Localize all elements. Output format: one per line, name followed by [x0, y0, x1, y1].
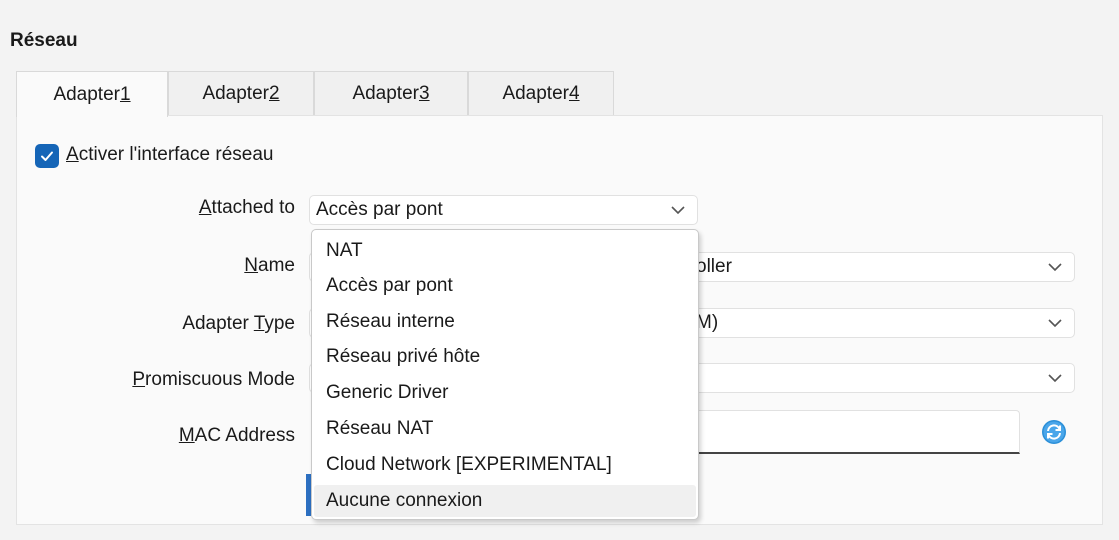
- tab-accel: 1: [119, 83, 131, 105]
- chevron-down-icon: [1048, 263, 1062, 272]
- mac-address-label: MAC Address: [179, 425, 295, 447]
- accel-key: M: [178, 425, 195, 446]
- accel-key: T: [253, 313, 265, 334]
- attached-to-combo[interactable]: Accès par pont: [309, 195, 698, 225]
- enable-adapter-checkbox[interactable]: [35, 144, 59, 168]
- tab-adapter-4[interactable]: Adapter 4: [468, 71, 614, 115]
- label-text: AC Address: [194, 425, 295, 446]
- chevron-down-icon: [671, 206, 685, 215]
- dropdown-option-highlighted[interactable]: Aucune connexion: [314, 485, 696, 517]
- label-text: ctiver l'interface réseau: [78, 144, 274, 165]
- tab-adapter-1[interactable]: Adapter 1: [16, 71, 168, 117]
- accel-key: P: [132, 369, 146, 390]
- label-text: ame: [258, 255, 295, 276]
- label-text: ttached to: [211, 197, 295, 218]
- name-label: Name: [244, 255, 295, 277]
- tab-label: Adapter: [202, 82, 269, 104]
- combo-value: Accès par pont: [316, 199, 443, 220]
- promiscuous-mode-label: Promiscuous Mode: [132, 369, 295, 391]
- dropdown-option[interactable]: Generic Driver: [314, 377, 696, 409]
- enable-adapter-label[interactable]: Activer l'interface réseau: [66, 144, 273, 166]
- adapter-type-label: Adapter Type: [182, 313, 295, 335]
- tab-accel: 2: [268, 82, 280, 104]
- attached-to-label: Attached to: [199, 197, 295, 219]
- dropdown-option[interactable]: NAT: [314, 235, 696, 267]
- dropdown-option[interactable]: Réseau NAT: [314, 413, 696, 445]
- label-text: Adapter: [182, 313, 254, 334]
- tab-accel: 4: [568, 82, 580, 104]
- tab-label: Adapter: [502, 82, 569, 104]
- label-text: romiscuous Mode: [145, 369, 295, 390]
- accel-key: A: [198, 197, 212, 218]
- attached-to-dropdown-list: NAT Accès par pont Réseau interne Réseau…: [311, 229, 699, 520]
- combo-value: oller: [696, 256, 732, 277]
- dropdown-option[interactable]: Cloud Network [EXPERIMENTAL]: [314, 449, 696, 481]
- section-title: Réseau: [10, 30, 78, 51]
- combo-value: M): [696, 312, 719, 333]
- chevron-down-icon: [1048, 374, 1062, 383]
- chevron-down-icon: [1048, 319, 1062, 328]
- tab-adapter-2[interactable]: Adapter 2: [168, 71, 314, 115]
- dropdown-option[interactable]: Réseau privé hôte: [314, 341, 696, 373]
- accel-key: N: [244, 255, 259, 276]
- dropdown-option[interactable]: Réseau interne: [314, 306, 696, 338]
- tab-adapter-3[interactable]: Adapter 3: [314, 71, 468, 115]
- checkmark-icon: [41, 151, 53, 161]
- tab-label: Adapter: [352, 82, 419, 104]
- tab-accel: 3: [418, 82, 430, 104]
- refresh-icon[interactable]: [1041, 419, 1067, 445]
- accel-key: A: [66, 144, 79, 165]
- label-text: ype: [264, 313, 295, 334]
- dropdown-option[interactable]: Accès par pont: [314, 270, 696, 302]
- tab-label: Adapter: [53, 83, 120, 105]
